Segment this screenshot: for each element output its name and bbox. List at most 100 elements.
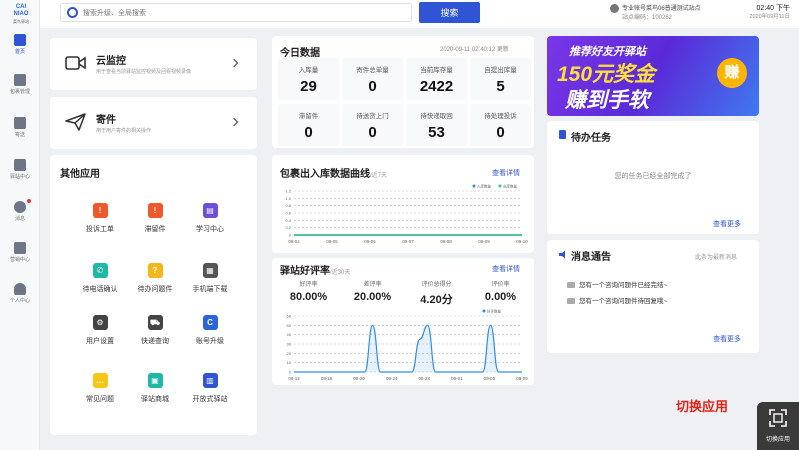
rating-chart-detail-link[interactable]: 查看详情 (492, 264, 520, 274)
y-tick-label: 0.6 (285, 211, 291, 216)
notice-title: 消息通告 (571, 252, 611, 263)
clock-date: 2020年09月11日 (749, 14, 790, 20)
area-fill (294, 325, 522, 372)
stat-tile[interactable]: 待送货上门 0 (342, 104, 403, 146)
stat-value: 5 (496, 78, 505, 95)
stat-tile[interactable]: 待处理投诉 0 (470, 104, 531, 146)
marketing-icon (14, 242, 26, 254)
todo-empty-text: 您的任务已经全部完成了 (614, 173, 692, 180)
app-complaint[interactable]: ! 投诉工单 (70, 203, 130, 234)
left-nav: CAI NIAO 菜鸟驿站 首页 包裹管理 寄送 驿站中心 消息 营销中心 个人… (0, 0, 40, 450)
switch-app-label: 切换应用 (765, 437, 790, 443)
legend-label: 好评数量 (487, 309, 501, 314)
stat-label: 滞留件 (298, 113, 319, 120)
stat-tile[interactable]: 待快递取回 53 (406, 104, 467, 146)
today-title: 今日数据 (280, 48, 320, 59)
send-title: 寄件 (96, 115, 116, 126)
stat-value: 0 (368, 78, 377, 95)
nav-item-package[interactable]: 包裹管理 (0, 70, 40, 108)
stat-tile[interactable]: 寄件总单量 0 (342, 58, 403, 100)
stat-value: 2422 (419, 78, 454, 95)
unread-dot (27, 199, 31, 203)
cainiao-logo[interactable]: CAI NIAO 菜鸟驿站 (6, 4, 36, 25)
app-truck[interactable]: ⛟ 快递查询 (125, 315, 185, 346)
camera-icon (65, 56, 86, 70)
app-learning[interactable]: ▤ 学习中心 (180, 203, 240, 234)
search-button[interactable]: 搜索 (419, 2, 480, 23)
app-cainiao-logo[interactable]: C 账号升级 (180, 315, 240, 346)
stat-tile[interactable]: 当前库存量 2422 (406, 58, 467, 100)
y-tick-label: 40 (287, 332, 292, 337)
other-apps-card: 其他应用 ! 投诉工单! 滞留件 ▤ 学习中心 ✆ 待电话确认? 待办问题件 ▦ 手机端下载 ⚙ 用户… (50, 155, 257, 435)
app-question[interactable]: ? 待办问题件 (125, 263, 185, 294)
nav-item-user[interactable]: 个人中心 (0, 279, 40, 317)
nav-item-station[interactable]: 驿站中心 (0, 155, 40, 193)
rating-stat-value: 0.00% (484, 291, 517, 303)
x-tick-label: 09-05 (326, 239, 338, 244)
nav-item-send[interactable]: 寄送 (0, 113, 40, 151)
clock: 02:40 下午 2020年09月11日 (730, 4, 790, 22)
learning-icon: ▤ (202, 203, 218, 218)
rating-stat-label: 差评率 (363, 282, 382, 288)
promo-banner[interactable]: 推荐好友开驿站 150元奖金 赚到手软 赚 (547, 36, 759, 116)
stat-label: 待快递取回 (420, 113, 453, 120)
app-shop[interactable]: ▣ 驿站商城 (125, 373, 185, 404)
notice-item[interactable]: 您有一个咨询问题件已经完结~ (567, 279, 667, 289)
rating-stat-label: 好评率 (299, 282, 318, 288)
nav-item-message[interactable]: 消息 (0, 197, 40, 235)
search-input[interactable] (83, 6, 403, 20)
x-tick-label: 09-09 (516, 376, 528, 381)
nav-item-marketing[interactable]: 营销中心 (0, 238, 40, 276)
notice-item-text: 您有一个咨询问题件已经完结~ (579, 282, 668, 289)
x-tick-label: 09-05 (484, 376, 496, 381)
stat-value: 0 (304, 124, 313, 141)
notice-more-link[interactable]: 查看更多 (713, 334, 741, 344)
switch-app-hint: 切换应用 (676, 399, 729, 414)
app-phone[interactable]: ✆ 待电话确认 (70, 263, 130, 294)
package-chart-subtitle: /近7天 (370, 173, 388, 179)
x-tick-label: 09-09 (478, 239, 490, 244)
y-tick-label: 0 (289, 370, 292, 375)
app-label: 驿站商城 (141, 396, 169, 403)
qrcode-icon: ▦ (202, 263, 218, 278)
stat-tile[interactable]: 滞留件 0 (278, 104, 339, 146)
notice-item[interactable]: 您有一个咨询问题件待回复哦~ (567, 295, 667, 305)
rating-chart-card: 驿站好评率/近30天 查看详情 好评率 80.00% 差评率 20.00% 评价总得分 4… (272, 258, 534, 385)
message-icon (567, 298, 575, 305)
cloud-monitor-card[interactable]: 云监控 用于查看当前驿站监控视频及回看视频录像 (50, 38, 257, 90)
legend-swatch (498, 184, 502, 188)
app-stranded[interactable]: ! 滞留件 (125, 203, 185, 234)
app-qrcode[interactable]: ▦ 手机端下载 (180, 263, 240, 294)
todo-more-link[interactable]: 查看更多 (713, 219, 741, 229)
nav-item-home[interactable]: 首页 (0, 30, 40, 68)
paper-plane-icon (65, 113, 86, 131)
nav-item-label: 包裹管理 (9, 89, 30, 95)
logo-subtext: 菜鸟驿站 (13, 19, 29, 24)
stat-label: 当前库存量 (420, 67, 453, 74)
app-open-station[interactable]: ▥ 开放式驿站 (180, 373, 240, 404)
stat-label: 入库量 (298, 67, 319, 74)
rating-chart-title-text: 驿站好评率 (280, 266, 330, 277)
notice-card: 消息通告 此条为最新消息 您有一个咨询问题件已经完结~ 您有一个咨询问题件待回复… (547, 240, 759, 353)
x-tick-label: 08-12 (288, 376, 300, 381)
y-tick-label: 0.4 (285, 218, 291, 223)
y-tick-label: 0 (289, 233, 292, 238)
todo-card: 待办任务 您的任务已经全部完成了 查看更多 (547, 121, 759, 234)
station-info[interactable]: 专业账号菜鸟06普通测试站点 站点编码：100262 (610, 4, 701, 23)
stat-tile[interactable]: 自提出库量 5 (470, 58, 531, 100)
stat-tile[interactable]: 入库量 29 (278, 58, 339, 100)
x-tick-label: 09-01 (451, 376, 463, 381)
app-gear[interactable]: ⚙ 用户设置 (70, 315, 130, 346)
truck-icon: ⛟ (147, 315, 163, 330)
question-icon: ? (147, 263, 163, 278)
search-box[interactable] (60, 3, 412, 22)
x-tick-label: 09-06 (364, 239, 376, 244)
app-faq[interactable]: … 常见问题 (70, 373, 130, 404)
package-chart-detail-link[interactable]: 查看详情 (492, 168, 520, 178)
switch-app-button[interactable]: 切换应用 (757, 402, 799, 450)
app-label: 快递查询 (141, 338, 169, 345)
app-label: 待电话确认 (82, 286, 118, 293)
stat-value: 0 (368, 124, 377, 141)
send-card[interactable]: 寄件 用于用户寄件的相关操作 (50, 97, 257, 149)
chevron-right-icon (229, 58, 239, 68)
